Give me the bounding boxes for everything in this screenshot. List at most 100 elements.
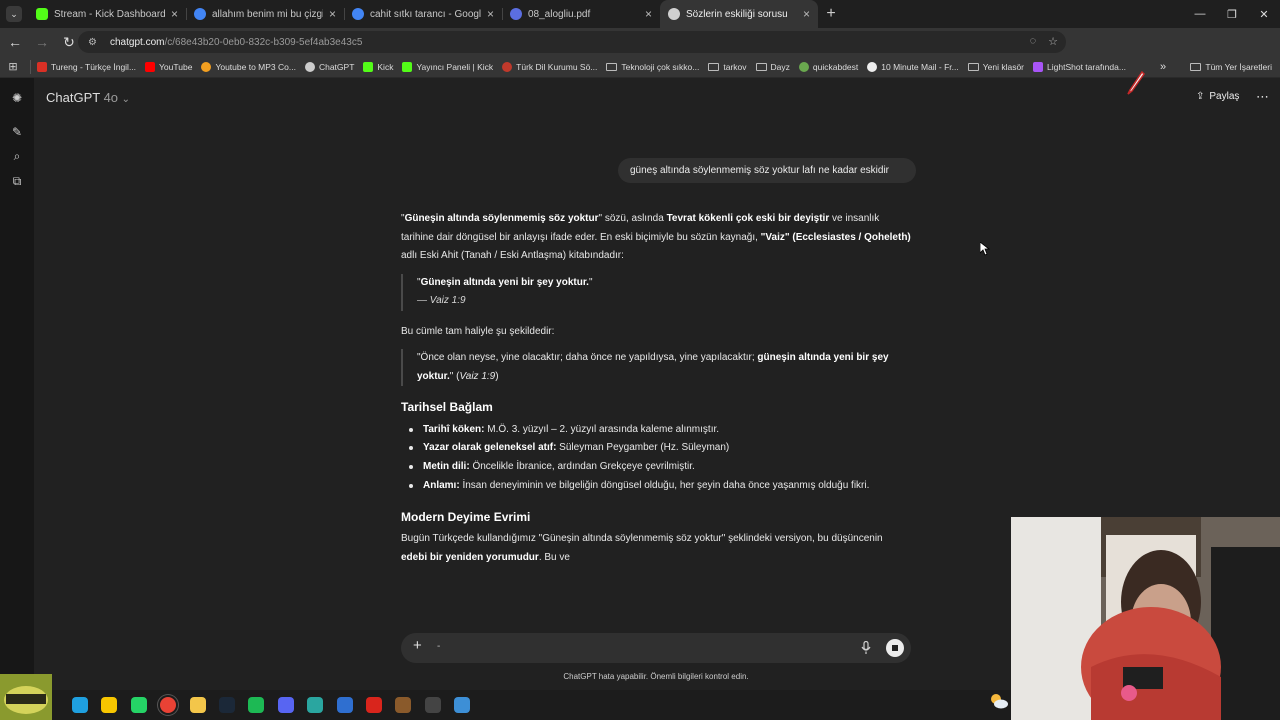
stream-preview-thumbnail — [0, 674, 52, 720]
plus-icon[interactable]: + — [413, 637, 422, 654]
converter-icon — [201, 61, 212, 72]
bookmark-star-icon[interactable]: ☆ — [1048, 35, 1058, 48]
app-teal-icon[interactable] — [307, 697, 324, 713]
bookmark[interactable]: Youtube to MP3 Co... — [201, 61, 296, 72]
minimize-icon[interactable]: — — [1184, 0, 1216, 28]
bullet-list: Tarihî köken: M.Ö. 3. yüzyıl – 2. yüzyıl… — [401, 421, 911, 496]
tab-pdf[interactable]: 08_alogliu.pdf × — [502, 0, 660, 28]
close-icon[interactable]: × — [645, 7, 652, 21]
tdk-icon — [502, 61, 513, 72]
bookmark-label: Teknoloji çok sıkko... — [621, 61, 700, 72]
app-blue-icon[interactable] — [336, 697, 353, 713]
chevron-down-icon: ⌄ — [121, 94, 131, 105]
section-heading: Modern Deyime Evrimi — [401, 509, 531, 524]
bookmark[interactable]: YouTube — [145, 61, 192, 72]
sticky-notes-icon[interactable] — [101, 697, 118, 713]
share-button[interactable]: ⇪ Paylaş — [1196, 91, 1239, 102]
text: adlı Eski Ahit (Tanah / Eski Antlaşma) k… — [401, 250, 624, 261]
bookmark-folder[interactable]: Teknoloji çok sıkko... — [606, 62, 699, 72]
app-sky-icon[interactable] — [454, 697, 471, 713]
share-icon: ⇪ — [1196, 91, 1205, 102]
tab-kick-dashboard[interactable]: Stream - Kick Dashboard × — [28, 0, 186, 28]
close-icon[interactable]: × — [171, 7, 178, 21]
tab-strip: ⌄ Stream - Kick Dashboard × allahım beni… — [0, 0, 1280, 28]
restore-icon[interactable]: ❐ — [1216, 0, 1248, 28]
quote-text: Güneşin altında yeni bir şey yoktur. — [420, 276, 589, 288]
weather-icon[interactable] — [988, 690, 1010, 712]
blockquote: "Önce olan neyse, yine olacaktır; daha ö… — [401, 349, 911, 386]
bookmarks-bar: ⊞ Tureng - Türkçe İngil... YouTube Youtu… — [0, 56, 1280, 78]
tab-chatgpt[interactable]: Sözlerin eskiliği sorusu × — [660, 0, 818, 28]
bookmark-label: tarkov — [723, 61, 747, 72]
microphone-icon[interactable] — [861, 641, 871, 655]
obs-icon[interactable] — [424, 697, 441, 713]
stop-button[interactable] — [886, 639, 904, 657]
close-window-icon[interactable]: ✕ — [1248, 0, 1280, 28]
back-button[interactable]: ← — [3, 30, 27, 54]
edge-icon[interactable] — [72, 697, 88, 713]
youtube-icon — [145, 61, 156, 72]
bookmark[interactable]: 10 Minute Mail - Fr... — [867, 61, 959, 72]
bookmark-label: Dayz — [770, 61, 790, 72]
address-path: /c/68e43b20-0eb0-832c-b309-5ef4ab3e43c5 — [164, 36, 363, 48]
bold-text: Tarihî köken: — [423, 423, 485, 435]
bookmark[interactable]: Tureng - Türkçe İngil... — [37, 61, 136, 72]
bold-text: Tevrat kökenli çok eski bir deyiştir — [666, 213, 830, 224]
webcam-overlay — [1011, 517, 1280, 720]
file-explorer-icon[interactable] — [189, 697, 206, 713]
text: Öncelikle İbranice, ardından Grekçeye çe… — [469, 461, 695, 473]
kick-icon — [402, 61, 413, 72]
bookmark[interactable]: Türk Dil Kurumu Sö... — [502, 61, 597, 72]
kick-icon — [36, 8, 48, 20]
close-icon[interactable]: × — [329, 7, 336, 21]
tab-search-button[interactable]: ⌄ — [0, 0, 28, 28]
all-bookmarks[interactable]: Tüm Yer İşaretleri — [1190, 56, 1272, 78]
bookmark[interactable]: Yayıncı Paneli | Kick — [402, 61, 493, 72]
bookmark-folder[interactable]: Yeni klasör — [967, 61, 1025, 72]
close-icon[interactable]: × — [803, 7, 810, 21]
tab-title: Sözlerin eskiliği sorusu — [686, 8, 788, 20]
assistant-message: "Güneşin altında söylenmemiş söz yoktur"… — [401, 210, 911, 574]
chatgpt-icon — [304, 61, 315, 72]
more-options-icon[interactable]: ⋯ — [1256, 89, 1269, 105]
library-icon[interactable]: ⧉ — [10, 174, 24, 188]
tab-google-search-2[interactable]: cahit sıtkı tarancı - Google'da A × — [344, 0, 502, 28]
disclaimer: ChatGPT hata yapabilir. Önemli bilgileri… — [563, 672, 749, 681]
bookmark[interactable]: Kick — [363, 61, 393, 72]
bookmark-label: Yeni klasör — [982, 61, 1025, 72]
window-controls: — ❐ ✕ — [1184, 0, 1280, 28]
bookmark-folder[interactable]: tarkov — [708, 61, 747, 72]
model-selector[interactable]: ChatGPT 4o ⌄ — [46, 90, 130, 105]
bookmark[interactable]: quickabdest — [798, 61, 858, 72]
app-brown-icon[interactable] — [395, 697, 412, 713]
openai-logo-icon[interactable]: ✺ — [10, 91, 24, 105]
text: İnsan deneyiminin ve bilgeliğin döngüsel… — [459, 479, 870, 491]
search-icon[interactable]: ⌕ — [10, 149, 24, 163]
bookmark-folder[interactable]: Dayz — [755, 61, 790, 72]
address-bar[interactable]: ⚙ chatgpt.com/c/68e43b20-0eb0-832c-b309-… — [78, 31, 1066, 53]
discord-icon[interactable] — [277, 697, 294, 713]
blockquote: "Güneşin altında yeni bir şey yoktur." —… — [401, 273, 911, 311]
bold-text: Güneşin altında söylenmemiş söz yoktur — [404, 213, 599, 224]
apps-grid-icon[interactable]: ⊞ — [0, 60, 26, 73]
omnibox-actions: ◌ ☆ — [1030, 35, 1058, 48]
eye-off-icon[interactable]: ◌ — [1030, 35, 1037, 48]
close-icon[interactable]: × — [487, 7, 494, 21]
bookmark[interactable]: LightShot tarafında... — [1033, 61, 1126, 72]
tab-google-search-1[interactable]: allahım benim mi bu çizgili yüz × — [186, 0, 344, 28]
forward-button[interactable]: → — [30, 30, 54, 54]
chevron-down-icon: ⌄ — [6, 6, 22, 22]
bookmark[interactable]: ChatGPT — [304, 61, 354, 72]
all-bookmarks-label: Tüm Yer İşaretleri — [1205, 62, 1272, 72]
acrobat-icon[interactable] — [366, 697, 382, 713]
site-info-icon[interactable]: ⚙ — [88, 37, 102, 48]
new-chat-icon[interactable]: ✎ — [10, 125, 24, 139]
chevron-right-icon[interactable]: » — [1160, 56, 1166, 78]
new-tab-button[interactable]: + — [818, 0, 844, 28]
composer: + — [401, 633, 911, 663]
mail-icon — [867, 61, 878, 72]
whatsapp-icon[interactable] — [130, 697, 147, 713]
prompt-input[interactable] — [437, 641, 837, 652]
spotify-icon[interactable] — [248, 697, 265, 713]
steam-icon[interactable] — [219, 697, 235, 713]
